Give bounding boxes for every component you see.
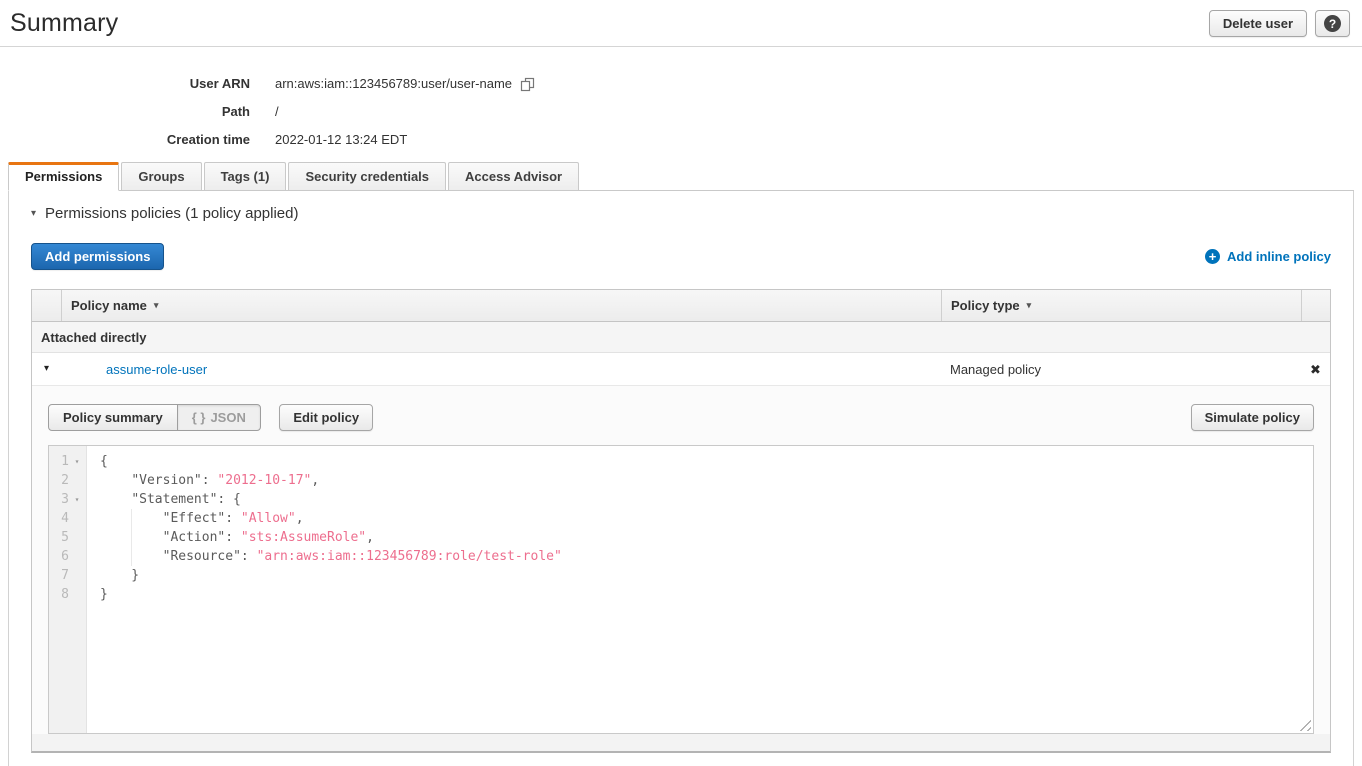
delete-user-button[interactable]: Delete user	[1209, 10, 1307, 37]
indent-guide	[131, 509, 132, 566]
code-line: "Effect": "Allow",	[100, 509, 1313, 528]
header-actions: Delete user ?	[1209, 10, 1350, 37]
collapse-caret-icon: ▾	[31, 209, 36, 219]
plus-circle-icon: +	[1205, 249, 1220, 264]
help-button[interactable]: ?	[1315, 10, 1350, 37]
code-line: "Action": "sts:AssumeRole",	[100, 528, 1313, 547]
code-line: }	[100, 566, 1313, 585]
column-header-policy-name[interactable]: Policy name ▾	[61, 290, 941, 321]
add-inline-policy-label: Add inline policy	[1227, 249, 1331, 264]
gutter-row: 3▾	[49, 490, 86, 509]
gutter-row: 1▾	[49, 452, 86, 471]
detail-label: Path	[0, 104, 250, 119]
tab-security-credentials[interactable]: Security credentials	[288, 162, 446, 190]
policy-type-cell: Managed policy	[941, 353, 1301, 385]
detail-value: arn:aws:iam::123456789:user/user-name	[275, 75, 535, 92]
simulate-policy-button[interactable]: Simulate policy	[1191, 404, 1314, 431]
policy-detail-panel: Policy summary { } JSON Edit policy Simul…	[32, 386, 1330, 751]
policy-view-segmented-control: Policy summary { } JSON	[48, 404, 261, 431]
header-end-column	[1301, 290, 1330, 321]
tab-groups[interactable]: Groups	[121, 162, 201, 190]
header-expand-column	[32, 290, 61, 321]
code-line: "Resource": "arn:aws:iam::123456789:role…	[100, 547, 1313, 566]
policy-detail-footer	[32, 734, 1330, 751]
line-number: 8	[49, 587, 69, 602]
policy-table: Policy name ▾ Policy type ▾ Attached dir…	[31, 289, 1331, 753]
line-number: 1	[49, 454, 69, 469]
policy-summary-button[interactable]: Policy summary	[48, 404, 178, 431]
detail-value-text: arn:aws:iam::123456789:user/user-name	[275, 76, 512, 91]
policy-name-cell: assume-role-user	[61, 353, 941, 385]
detail-value: /	[275, 104, 279, 119]
group-row-label: Attached directly	[41, 330, 146, 345]
expand-policy-caret-icon[interactable]: ▾	[44, 364, 49, 374]
attached-directly-group-row: Attached directly	[32, 322, 1330, 353]
gutter-row: 8	[49, 585, 86, 604]
editor-code-area[interactable]: { "Version": "2012-10-17", "Statement": …	[87, 446, 1313, 733]
gutter-row: 5	[49, 528, 86, 547]
user-details: User ARN arn:aws:iam::123456789:user/user…	[0, 47, 1362, 153]
policy-actions-row: Add permissions + Add inline policy	[31, 243, 1331, 270]
permissions-policies-section-toggle[interactable]: ▾ Permissions policies (1 policy applied…	[31, 205, 1331, 222]
tab-access-advisor[interactable]: Access Advisor	[448, 162, 579, 190]
gutter-row: 6	[49, 547, 86, 566]
policy-json-editor[interactable]: 1▾23▾45678 { "Version": "2012-10-17", "S…	[48, 445, 1314, 734]
code-line: {	[100, 452, 1313, 471]
detail-value-text: 2022-01-12 13:24 EDT	[275, 132, 407, 147]
policy-row-end-cell: ✖	[1301, 353, 1330, 385]
line-number: 3	[49, 492, 69, 507]
detail-row: Path /	[0, 97, 1362, 125]
add-inline-policy-link[interactable]: + Add inline policy	[1205, 249, 1331, 264]
braces-icon: { }	[192, 410, 206, 425]
json-view-button[interactable]: { } JSON	[177, 404, 261, 431]
tab-permissions[interactable]: Permissions	[8, 162, 119, 191]
page-header: Summary Delete user ?	[0, 0, 1362, 47]
add-permissions-button[interactable]: Add permissions	[31, 243, 164, 270]
detail-row: Creation time 2022-01-12 13:24 EDT	[0, 125, 1362, 153]
code-line: "Version": "2012-10-17",	[100, 471, 1313, 490]
policy-type-header-label: Policy type	[951, 298, 1020, 313]
gutter-row: 7	[49, 566, 86, 585]
fold-caret-icon[interactable]: ▾	[69, 495, 85, 504]
detail-label: User ARN	[0, 76, 250, 91]
code-line: "Statement": {	[100, 490, 1313, 509]
policy-type-value: Managed policy	[950, 362, 1041, 377]
policy-row-expand-cell: ▾	[32, 353, 61, 385]
line-number: 6	[49, 549, 69, 564]
policy-row: ▾ assume-role-user Managed policy ✖	[32, 353, 1330, 386]
line-number: 5	[49, 530, 69, 545]
policy-view-controls: Policy summary { } JSON Edit policy	[48, 404, 373, 431]
code-line: }	[100, 585, 1313, 604]
detail-row: User ARN arn:aws:iam::123456789:user/user…	[0, 69, 1362, 97]
policy-detail-buttons: Policy summary { } JSON Edit policy Simul…	[48, 404, 1314, 431]
gutter-row: 4	[49, 509, 86, 528]
detach-policy-x-icon[interactable]: ✖	[1310, 363, 1321, 376]
editor-line-number-gutter: 1▾23▾45678	[49, 446, 87, 733]
copy-icon[interactable]	[520, 77, 535, 92]
tabs: PermissionsGroupsTags (1)Security creden…	[8, 162, 1354, 191]
line-number: 4	[49, 511, 69, 526]
line-number: 2	[49, 473, 69, 488]
column-header-policy-type[interactable]: Policy type ▾	[941, 290, 1301, 321]
detail-value-text: /	[275, 104, 279, 119]
detail-value: 2022-01-12 13:24 EDT	[275, 132, 407, 147]
gutter-row: 2	[49, 471, 86, 490]
fold-caret-icon[interactable]: ▾	[69, 457, 85, 466]
json-button-label: JSON	[210, 410, 245, 425]
line-number: 7	[49, 568, 69, 583]
section-heading-label: Permissions policies (1 policy applied)	[45, 205, 298, 222]
sort-caret-icon: ▾	[1027, 300, 1032, 311]
permissions-tab-panel: ▾ Permissions policies (1 policy applied…	[8, 191, 1354, 766]
policy-name-header-label: Policy name	[71, 298, 147, 313]
page-title: Summary	[10, 9, 118, 38]
sort-caret-icon: ▾	[154, 300, 159, 311]
policy-name-link[interactable]: assume-role-user	[106, 362, 207, 377]
detail-label: Creation time	[0, 132, 250, 147]
question-mark-icon: ?	[1324, 15, 1341, 32]
tab-tags-1[interactable]: Tags (1)	[204, 162, 287, 190]
policy-table-header: Policy name ▾ Policy type ▾	[32, 290, 1330, 322]
edit-policy-button[interactable]: Edit policy	[279, 404, 373, 431]
